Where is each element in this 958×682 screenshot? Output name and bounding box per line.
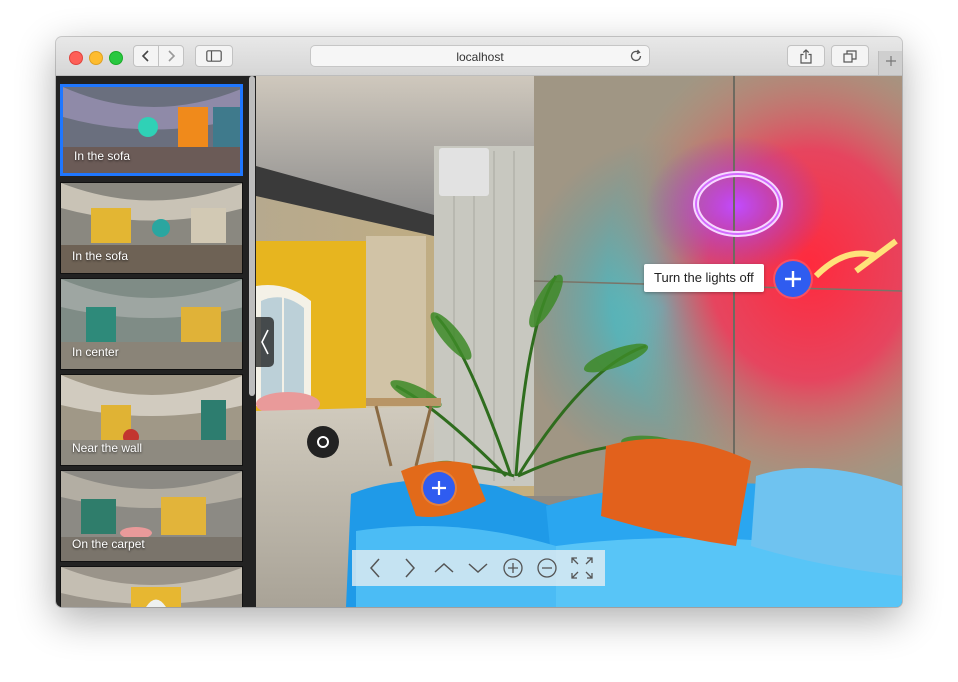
- scene-thumbnail[interactable]: In center: [60, 278, 243, 370]
- fullscreen-button[interactable]: [568, 554, 596, 582]
- tabs-overview-button[interactable]: [831, 45, 869, 67]
- fullscreen-icon: [571, 557, 593, 579]
- viewer-controls: [352, 550, 605, 586]
- close-window-button[interactable]: [69, 51, 83, 65]
- scene-thumbnail[interactable]: On the carpet: [60, 470, 243, 562]
- scene-thumbnail[interactable]: In the sofa: [60, 84, 243, 176]
- new-tab-button[interactable]: [878, 51, 902, 75]
- share-icon: [800, 48, 812, 64]
- pan-left-button[interactable]: [361, 554, 389, 582]
- plus-icon: [785, 271, 801, 287]
- zoom-out-button[interactable]: [533, 554, 561, 582]
- navigation-hotspot[interactable]: [307, 426, 339, 458]
- back-icon: [141, 50, 149, 62]
- scene-sidebar[interactable]: In the sofa In the sofa In center Near t…: [56, 76, 256, 607]
- thumbnail-label: In center: [72, 345, 119, 359]
- sofa-hotspot[interactable]: [423, 472, 455, 504]
- thumbnail-label: Near the wall: [72, 441, 143, 455]
- collapse-sidebar-button[interactable]: [256, 317, 274, 367]
- down-arrow-icon: [468, 563, 488, 574]
- share-button[interactable]: [787, 45, 825, 67]
- forward-icon: [168, 50, 176, 62]
- url-text: localhost: [456, 50, 504, 64]
- reload-icon[interactable]: [629, 49, 643, 63]
- thumbnail-label: On the carpet: [72, 537, 145, 551]
- zoom-in-button[interactable]: [499, 554, 527, 582]
- browser-window: localhost In the sofa In the sofa In cen…: [56, 37, 902, 607]
- address-bar[interactable]: localhost: [310, 45, 650, 67]
- pan-up-button[interactable]: [430, 554, 458, 582]
- zoom-in-icon: [503, 558, 523, 578]
- thumbnail-label: In the sofa: [72, 249, 129, 263]
- zoom-window-button[interactable]: [109, 51, 123, 65]
- forward-button[interactable]: [158, 45, 184, 67]
- sidebar-icon: [206, 50, 222, 62]
- circle-icon: [317, 436, 329, 448]
- lights-hotspot[interactable]: [775, 261, 811, 297]
- scene-thumbnail[interactable]: [60, 566, 243, 607]
- thumbnail-label: In the sofa: [74, 149, 131, 163]
- sidebar-scrollbar[interactable]: [249, 76, 255, 396]
- plus-icon: [886, 56, 896, 66]
- back-button[interactable]: [133, 45, 159, 67]
- thumbnail-image: [61, 567, 242, 607]
- chevron-left-icon: [261, 329, 269, 355]
- sidebar-toggle-button[interactable]: [195, 45, 233, 67]
- right-arrow-icon: [405, 558, 415, 578]
- page-content: In the sofa In the sofa In center Near t…: [56, 76, 902, 607]
- zoom-out-icon: [537, 558, 557, 578]
- panorama-image[interactable]: [256, 76, 902, 607]
- minimize-window-button[interactable]: [89, 51, 103, 65]
- tabs-icon: [843, 49, 857, 63]
- scene-thumbnail[interactable]: In the sofa: [60, 182, 243, 274]
- pan-down-button[interactable]: [464, 554, 492, 582]
- hotspot-tooltip: Turn the lights off: [644, 264, 764, 292]
- up-arrow-icon: [434, 562, 454, 573]
- left-arrow-icon: [370, 558, 380, 578]
- pan-right-button[interactable]: [396, 554, 424, 582]
- plus-icon: [432, 481, 446, 495]
- scene-thumbnail[interactable]: Near the wall: [60, 374, 243, 466]
- title-bar: localhost: [56, 37, 902, 76]
- panorama-viewer[interactable]: [256, 76, 902, 607]
